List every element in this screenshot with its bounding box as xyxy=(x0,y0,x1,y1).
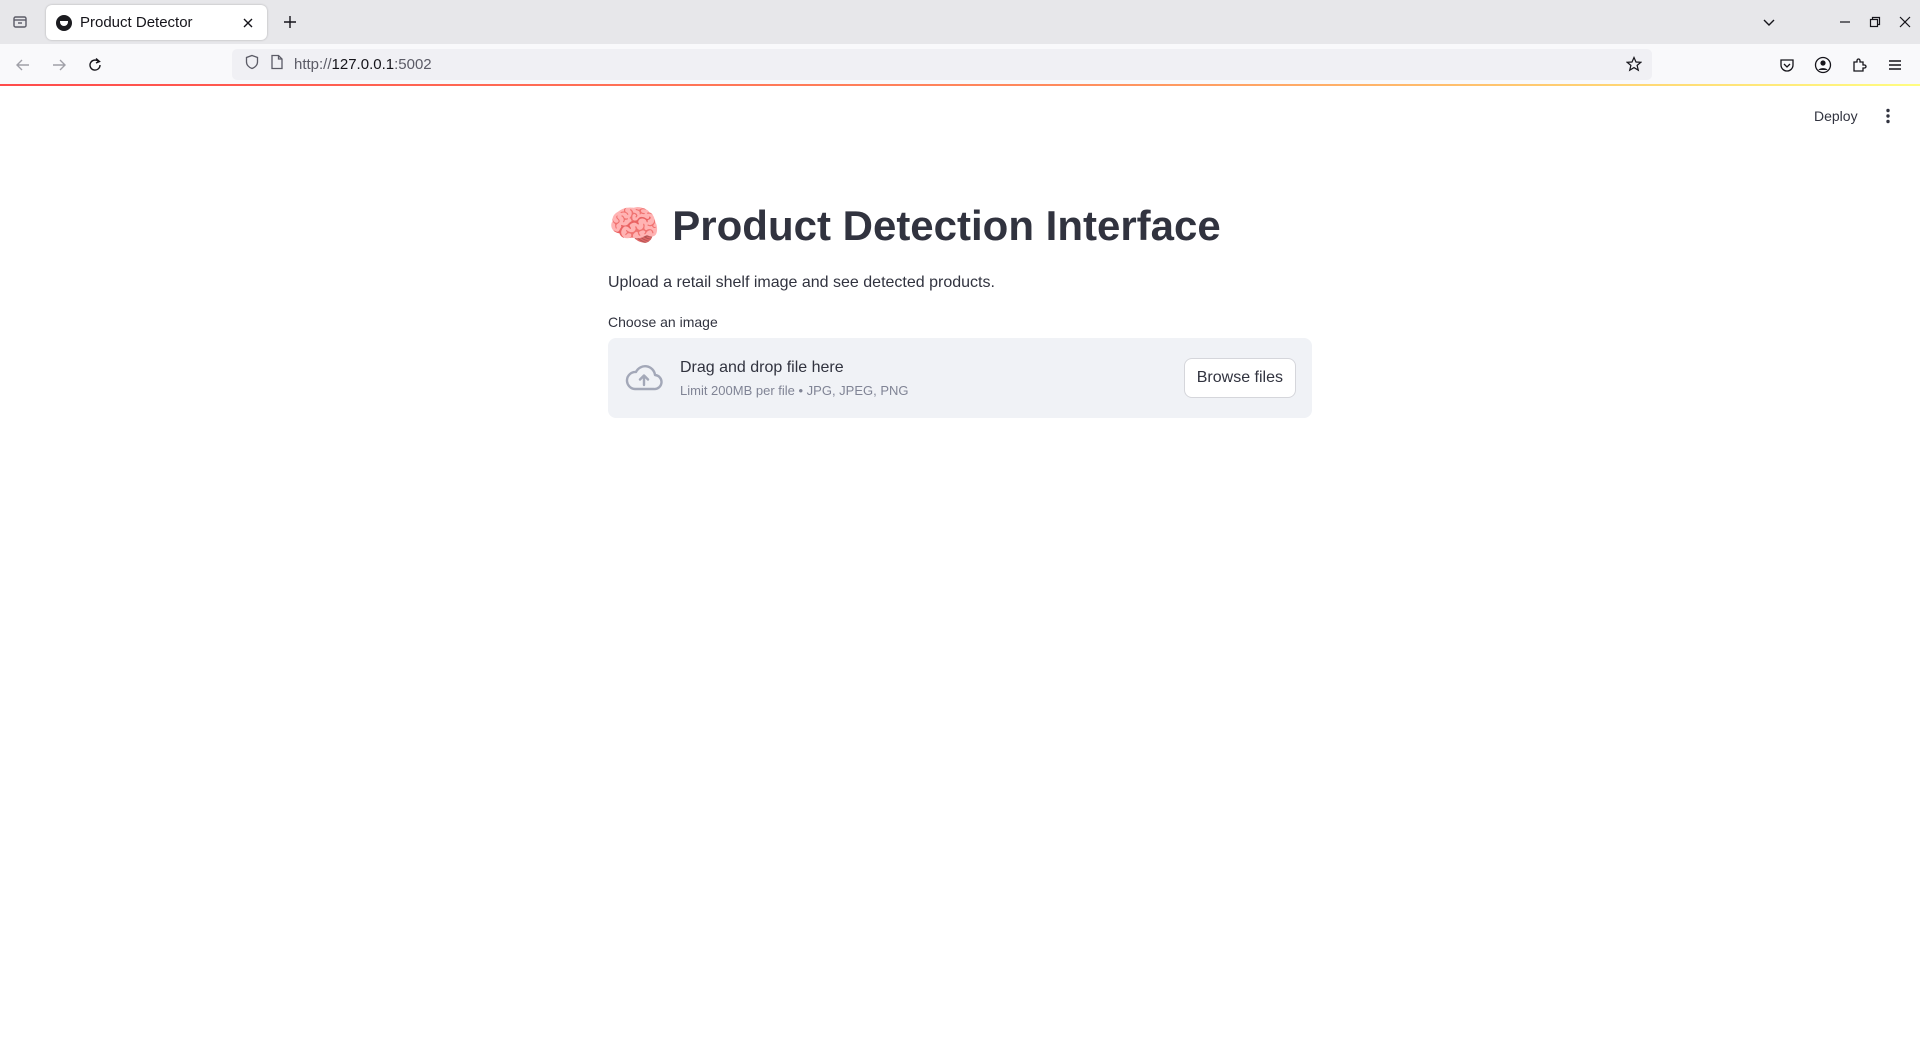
reload-icon[interactable] xyxy=(82,52,108,78)
cloud-upload-icon xyxy=(624,358,664,398)
url-text[interactable]: http://127.0.0.1:5002 xyxy=(294,56,432,73)
window-controls xyxy=(1830,0,1920,44)
url-host: 127.0.0.1 xyxy=(331,56,395,73)
browser-tab-bar: Product Detector xyxy=(0,0,1920,44)
page-icon[interactable] xyxy=(270,54,284,75)
close-tab-icon[interactable] xyxy=(239,14,257,32)
minimize-icon[interactable] xyxy=(1830,7,1860,37)
shield-icon[interactable] xyxy=(244,54,260,75)
browser-tab[interactable]: Product Detector xyxy=(46,5,267,40)
tab-title: Product Detector xyxy=(80,14,193,31)
tab-list-icon[interactable] xyxy=(8,10,32,34)
new-tab-icon[interactable] xyxy=(278,10,302,34)
app-container: Deploy 🧠 Product Detection Interface Upl… xyxy=(0,86,1920,1053)
main-content: 🧠 Product Detection Interface Upload a r… xyxy=(608,198,1312,418)
hamburger-menu-icon[interactable] xyxy=(1882,52,1908,78)
url-scheme: http:// xyxy=(294,56,332,73)
browse-files-button[interactable]: Browse files xyxy=(1183,358,1296,398)
restore-icon[interactable] xyxy=(1860,7,1890,37)
extensions-icon[interactable] xyxy=(1846,52,1872,78)
file-uploader-label: Choose an image xyxy=(608,314,718,330)
page-title: 🧠 Product Detection Interface xyxy=(608,198,1312,254)
brain-emoji-icon: 🧠 xyxy=(608,202,661,249)
pocket-icon[interactable] xyxy=(1774,52,1800,78)
page-description: Upload a retail shelf image and see dete… xyxy=(608,274,995,291)
file-limit-text: Limit 200MB per file • JPG, JPEG, PNG xyxy=(680,382,909,398)
file-dropzone[interactable]: Drag and drop file here Limit 200MB per … xyxy=(608,338,1312,418)
account-icon[interactable] xyxy=(1810,52,1836,78)
close-window-icon[interactable] xyxy=(1890,7,1920,37)
bookmark-star-icon[interactable] xyxy=(1624,54,1644,74)
streamlit-favicon-icon xyxy=(56,14,72,31)
dropzone-instructions: Drag and drop file here Limit 200MB per … xyxy=(680,359,909,398)
deploy-button[interactable]: Deploy xyxy=(1808,104,1864,128)
chevron-down-icon[interactable] xyxy=(1757,10,1781,34)
drop-text: Drag and drop file here xyxy=(680,358,844,376)
forward-arrow-icon[interactable] xyxy=(46,52,72,78)
browser-nav-bar: http://127.0.0.1:5002 xyxy=(0,44,1920,84)
page-title-text: Product Detection Interface xyxy=(672,202,1221,249)
more-vertical-icon[interactable] xyxy=(1876,104,1900,128)
back-arrow-icon[interactable] xyxy=(10,52,36,78)
url-port: :5002 xyxy=(394,56,432,73)
url-bar[interactable]: http://127.0.0.1:5002 xyxy=(232,49,1652,80)
